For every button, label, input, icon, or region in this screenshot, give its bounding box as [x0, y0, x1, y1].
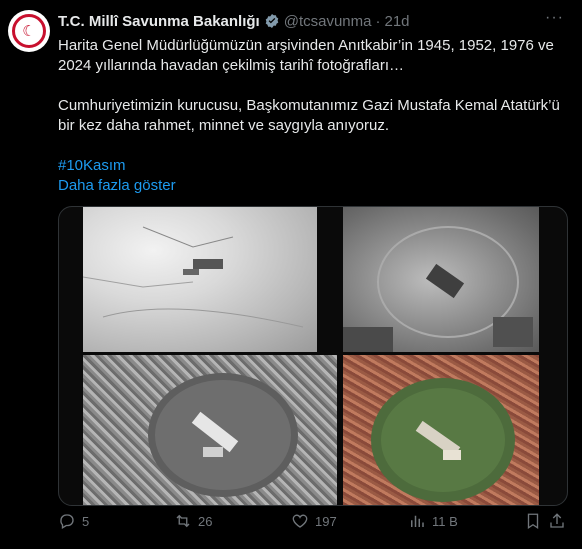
avatar[interactable]: ☾: [8, 10, 50, 52]
reply-icon: [60, 514, 74, 529]
aerial-photo-3[interactable]: [83, 355, 337, 505]
like-button[interactable]: 197: [291, 512, 337, 530]
views-count: 11 B: [432, 513, 458, 529]
separator-dot: ·: [375, 12, 381, 30]
bookmark-icon: [527, 513, 539, 530]
timestamp[interactable]: 21d: [384, 13, 409, 30]
repost-button[interactable]: 26: [174, 512, 212, 530]
handle[interactable]: @tcsavunma: [284, 13, 372, 30]
aerial-photo-1[interactable]: [83, 207, 317, 352]
ministry-logo: ☾: [12, 14, 46, 48]
aerial-photo-4[interactable]: [343, 355, 539, 505]
action-bar: 5 26 197 11 B: [58, 510, 568, 532]
tweet-header: T.C. Millî Savunma Bakanlığı @tcsavunma …: [58, 11, 542, 31]
hashtag-link[interactable]: #10Kasım: [58, 156, 568, 176]
tweet-text-paragraph-1: Harita Genel Müdürlüğümüzün arşivinden A…: [58, 37, 554, 74]
show-more-link[interactable]: Daha fazla göster: [58, 176, 568, 196]
reply-count: 5: [82, 513, 90, 529]
share-button[interactable]: [548, 512, 572, 530]
like-count: 197: [315, 513, 337, 529]
repost-count: 26: [198, 513, 213, 529]
repost-icon: [176, 514, 190, 528]
tweet-text: Harita Genel Müdürlüğümüzün arşivinden A…: [58, 36, 568, 196]
more-icon[interactable]: ···: [545, 10, 564, 26]
media-grid[interactable]: [58, 206, 568, 506]
views-button[interactable]: 11 B: [408, 512, 458, 530]
aerial-photo-2[interactable]: [343, 207, 539, 352]
views-icon: [411, 515, 424, 527]
share-icon: [550, 513, 564, 528]
bookmark-button[interactable]: [524, 512, 548, 530]
tweet-card[interactable]: ☾ T.C. Millî Savunma Bakanlığı @tcsavunm…: [0, 0, 582, 549]
reply-button[interactable]: 5: [58, 512, 89, 530]
verified-icon: [264, 13, 280, 29]
like-icon: [292, 514, 308, 528]
tweet-text-paragraph-2: Cumhuriyetimizin kurucusu, Başkomutanımı…: [58, 97, 560, 134]
display-name[interactable]: T.C. Millî Savunma Bakanlığı: [58, 13, 260, 30]
